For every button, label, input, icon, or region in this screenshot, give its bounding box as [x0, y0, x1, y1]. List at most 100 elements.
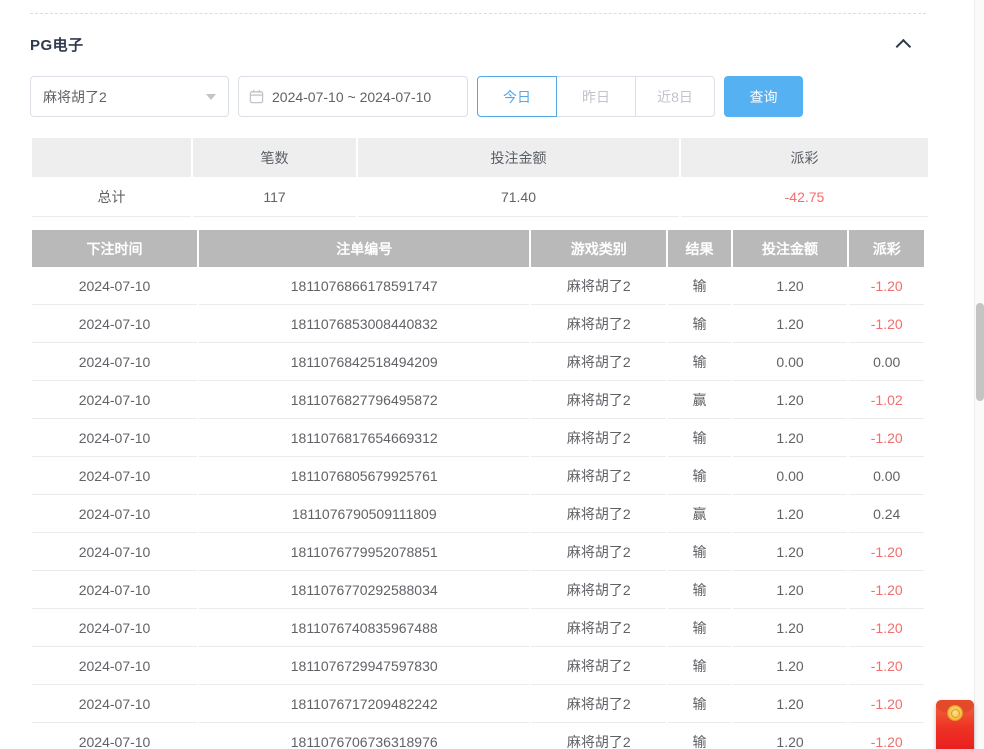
table-row: 2024-07-101811076842518494209麻将胡了2输0.000… [32, 343, 924, 381]
cell-bet-time: 2024-07-10 [32, 381, 197, 419]
table-row: 2024-07-101811076817654669312麻将胡了2输1.20-… [32, 419, 924, 457]
header-game-type: 游戏类别 [531, 230, 666, 267]
cell-bet-time: 2024-07-10 [32, 533, 197, 571]
cell-bet-time: 2024-07-10 [32, 723, 197, 749]
cell-bet-id: 1811076779952078851 [199, 533, 529, 571]
table-row: 2024-07-101811076827796495872麻将胡了2赢1.20-… [32, 381, 924, 419]
last-8-days-button[interactable]: 近8日 [635, 76, 715, 117]
summary-total-label: 总计 [32, 177, 191, 217]
summary-total-bet-amount: 71.40 [358, 177, 679, 217]
cell-bet-amount: 1.20 [733, 723, 848, 749]
cell-payout: -1.20 [849, 419, 924, 457]
cell-result: 输 [668, 457, 730, 495]
date-range-input[interactable]: 2024-07-10 ~ 2024-07-10 [238, 76, 468, 117]
table-row: 2024-07-101811076717209482242麻将胡了2输1.20-… [32, 685, 924, 723]
cell-result: 输 [668, 723, 730, 749]
cell-bet-amount: 1.20 [733, 533, 848, 571]
yesterday-button[interactable]: 昨日 [556, 76, 636, 117]
cell-payout: -1.20 [849, 609, 924, 647]
cell-game-type: 麻将胡了2 [531, 267, 666, 305]
cell-bet-amount: 1.20 [733, 267, 848, 305]
cell-result: 输 [668, 571, 730, 609]
header-payout: 派彩 [849, 230, 924, 267]
panel-header: PG电子 [30, 31, 926, 57]
cell-result: 输 [668, 267, 730, 305]
cell-bet-time: 2024-07-10 [32, 343, 197, 381]
cell-payout: -1.20 [849, 267, 924, 305]
table-row: 2024-07-101811076790509111809麻将胡了2赢1.200… [32, 495, 924, 533]
cell-bet-id: 1811076729947597830 [199, 647, 529, 685]
cell-payout: 0.00 [849, 343, 924, 381]
red-envelope-icon[interactable] [936, 700, 974, 749]
game-select[interactable]: 麻将胡了2 [30, 76, 229, 117]
cell-bet-time: 2024-07-10 [32, 571, 197, 609]
cell-bet-id: 1811076790509111809 [199, 495, 529, 533]
cell-result: 输 [668, 647, 730, 685]
query-button[interactable]: 查询 [724, 76, 803, 117]
scrollbar-thumb[interactable] [976, 303, 984, 401]
dashed-divider [30, 13, 926, 14]
cell-bet-time: 2024-07-10 [32, 457, 197, 495]
cell-bet-time: 2024-07-10 [32, 495, 197, 533]
cell-bet-amount: 1.20 [733, 381, 848, 419]
cell-game-type: 麻将胡了2 [531, 495, 666, 533]
cell-game-type: 麻将胡了2 [531, 571, 666, 609]
cell-result: 输 [668, 343, 730, 381]
table-row: 2024-07-101811076805679925761麻将胡了2输0.000… [32, 457, 924, 495]
chevron-up-icon [895, 38, 911, 54]
cell-game-type: 麻将胡了2 [531, 685, 666, 723]
cell-bet-time: 2024-07-10 [32, 267, 197, 305]
cell-game-type: 麻将胡了2 [531, 343, 666, 381]
cell-bet-amount: 0.00 [733, 457, 848, 495]
game-select-value: 麻将胡了2 [43, 87, 107, 107]
cell-bet-amount: 1.20 [733, 571, 848, 609]
page: PG电子 麻将胡了2 2024-07-10 ~ 2024-07-10 [0, 0, 984, 749]
cell-result: 输 [668, 533, 730, 571]
table-row: 2024-07-101811076740835967488麻将胡了2输1.20-… [32, 609, 924, 647]
cell-payout: -1.20 [849, 685, 924, 723]
summary-total-payout: -42.75 [681, 177, 928, 217]
cell-bet-time: 2024-07-10 [32, 609, 197, 647]
panel-title: PG电子 [30, 34, 84, 55]
cell-result: 赢 [668, 495, 730, 533]
cell-bet-amount: 1.20 [733, 419, 848, 457]
summary-header-row: 笔数 投注金额 派彩 [32, 138, 928, 177]
scrollbar-track[interactable] [974, 0, 984, 749]
cell-result: 输 [668, 609, 730, 647]
cell-result: 输 [668, 685, 730, 723]
table-row: 2024-07-101811076706736318976麻将胡了2输1.20-… [32, 723, 924, 749]
header-bet-time: 下注时间 [32, 230, 197, 267]
cell-payout: -1.20 [849, 723, 924, 749]
cell-payout: -1.20 [849, 647, 924, 685]
table-row: 2024-07-101811076866178591747麻将胡了2输1.20-… [32, 267, 924, 305]
summary-total-count: 117 [193, 177, 356, 217]
quick-date-group: 今日 昨日 近8日 [477, 76, 715, 117]
today-button[interactable]: 今日 [477, 76, 557, 117]
cell-bet-id: 1811076866178591747 [199, 267, 529, 305]
calendar-icon [249, 89, 264, 104]
bet-table-body: 2024-07-101811076866178591747麻将胡了2输1.20-… [32, 267, 924, 749]
cell-result: 输 [668, 419, 730, 457]
cell-payout: -1.02 [849, 381, 924, 419]
summary-total-row: 总计 117 71.40 -42.75 [32, 177, 928, 217]
cell-payout: -1.20 [849, 571, 924, 609]
header-bet-amount: 投注金额 [733, 230, 848, 267]
chevron-down-icon [206, 94, 216, 100]
cell-bet-time: 2024-07-10 [32, 685, 197, 723]
table-row: 2024-07-101811076779952078851麻将胡了2输1.20-… [32, 533, 924, 571]
cell-bet-amount: 1.20 [733, 495, 848, 533]
cell-payout: 0.24 [849, 495, 924, 533]
cell-bet-id: 1811076740835967488 [199, 609, 529, 647]
summary-table: 笔数 投注金额 派彩 总计 117 71.40 -42.75 [30, 138, 930, 217]
header-bet-id: 注单编号 [199, 230, 529, 267]
filter-bar: 麻将胡了2 2024-07-10 ~ 2024-07-10 今日 昨日 近8日 … [30, 76, 926, 117]
summary-header-payout: 派彩 [681, 138, 928, 177]
collapse-button[interactable] [892, 31, 918, 57]
table-row: 2024-07-101811076729947597830麻将胡了2输1.20-… [32, 647, 924, 685]
cell-game-type: 麻将胡了2 [531, 609, 666, 647]
gold-coin-icon [947, 705, 963, 721]
cell-game-type: 麻将胡了2 [531, 457, 666, 495]
cell-payout: -1.20 [849, 305, 924, 343]
header-result: 结果 [668, 230, 730, 267]
cell-bet-amount: 1.20 [733, 609, 848, 647]
